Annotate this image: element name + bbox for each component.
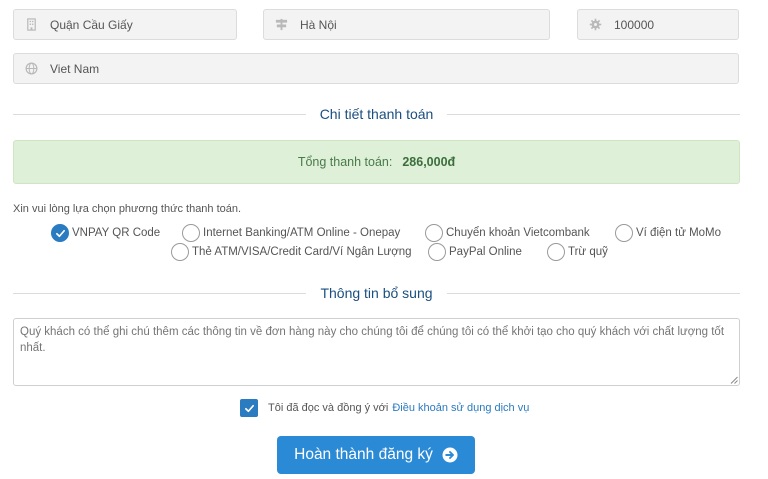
payment-option-label: Trừ quỹ <box>568 246 608 258</box>
terms-checkbox[interactable] <box>240 399 258 417</box>
postal-code-value: 100000 <box>614 17 655 32</box>
payment-option-label: PayPal Online <box>449 246 522 258</box>
postal-code-field[interactable]: 100000 <box>577 9 739 40</box>
radio-icon[interactable] <box>547 243 565 261</box>
city-value: Hà Nội <box>300 17 337 32</box>
radio-checked-icon[interactable] <box>51 224 69 242</box>
total-box: Tổng thanh toán: 286,000đ <box>13 140 740 184</box>
resize-grip-icon[interactable] <box>730 376 738 384</box>
payment-option-label: Ví điện tử MoMo <box>636 227 722 239</box>
payment-option-label: VNPAY QR Code <box>72 227 161 239</box>
payment-option-momo[interactable]: Ví điện tử MoMo <box>615 224 721 242</box>
divider <box>13 292 307 294</box>
radio-icon[interactable] <box>428 243 446 261</box>
signpost-icon <box>274 18 288 32</box>
payment-option-label: Thẻ ATM/VISA/Credit Card/Ví Ngân Lượng <box>192 246 412 258</box>
additional-info-title: Thông tin bổ sung <box>320 285 433 301</box>
payment-option-fund[interactable]: Trừ quỹ <box>547 243 608 261</box>
radio-icon[interactable] <box>182 224 200 242</box>
payment-option-card[interactable]: Thẻ ATM/VISA/Credit Card/Ví Ngân Lượng <box>171 243 412 261</box>
radio-icon[interactable] <box>171 243 189 261</box>
district-field[interactable]: Quận Cầu Giấy <box>13 9 237 40</box>
payment-details-title: Chi tiết thanh toán <box>319 106 434 122</box>
total-label: Tổng thanh toán: <box>297 155 393 169</box>
submit-button[interactable]: Hoàn thành đăng ký <box>277 436 475 474</box>
divider <box>447 113 741 115</box>
payment-option-vnpay[interactable]: VNPAY QR Code <box>51 224 160 242</box>
submit-label: Hoàn thành đăng ký <box>294 446 433 463</box>
total-amount: 286,000đ <box>402 155 456 169</box>
payment-option-label: Internet Banking/ATM Online - Onepay <box>203 227 401 239</box>
district-value: Quận Cầu Giấy <box>50 17 133 32</box>
arrow-right-circle-icon <box>442 447 458 463</box>
terms-agreement: Tôi đã đọc và đồng ý với Điều khoản sử d… <box>240 399 529 417</box>
terms-link[interactable]: Điều khoản sử dụng dịch vụ <box>392 402 529 414</box>
divider <box>13 113 306 115</box>
country-field[interactable]: Viet Nam <box>13 53 739 84</box>
payment-details-header: Chi tiết thanh toán <box>13 104 741 124</box>
payment-option-vietcombank[interactable]: Chuyển khoản Vietcombank <box>425 224 590 242</box>
notes-textarea[interactable] <box>13 318 740 386</box>
divider <box>446 292 740 294</box>
payment-option-onepay[interactable]: Internet Banking/ATM Online - Onepay <box>182 224 400 242</box>
city-field[interactable]: Hà Nội <box>263 9 550 40</box>
payment-method-hint: Xin vui lòng lựa chọn phương thức thanh … <box>13 203 242 215</box>
payment-option-paypal[interactable]: PayPal Online <box>428 243 522 261</box>
payment-option-label: Chuyển khoản Vietcombank <box>446 227 590 239</box>
globe-icon <box>24 62 38 76</box>
country-value: Viet Nam <box>50 61 100 76</box>
radio-icon[interactable] <box>425 224 443 242</box>
radio-icon[interactable] <box>615 224 633 242</box>
additional-info-header: Thông tin bổ sung <box>13 283 740 303</box>
gear-icon <box>588 18 602 32</box>
building-icon <box>24 18 38 32</box>
terms-text: Tôi đã đọc và đồng ý với <box>268 402 389 414</box>
